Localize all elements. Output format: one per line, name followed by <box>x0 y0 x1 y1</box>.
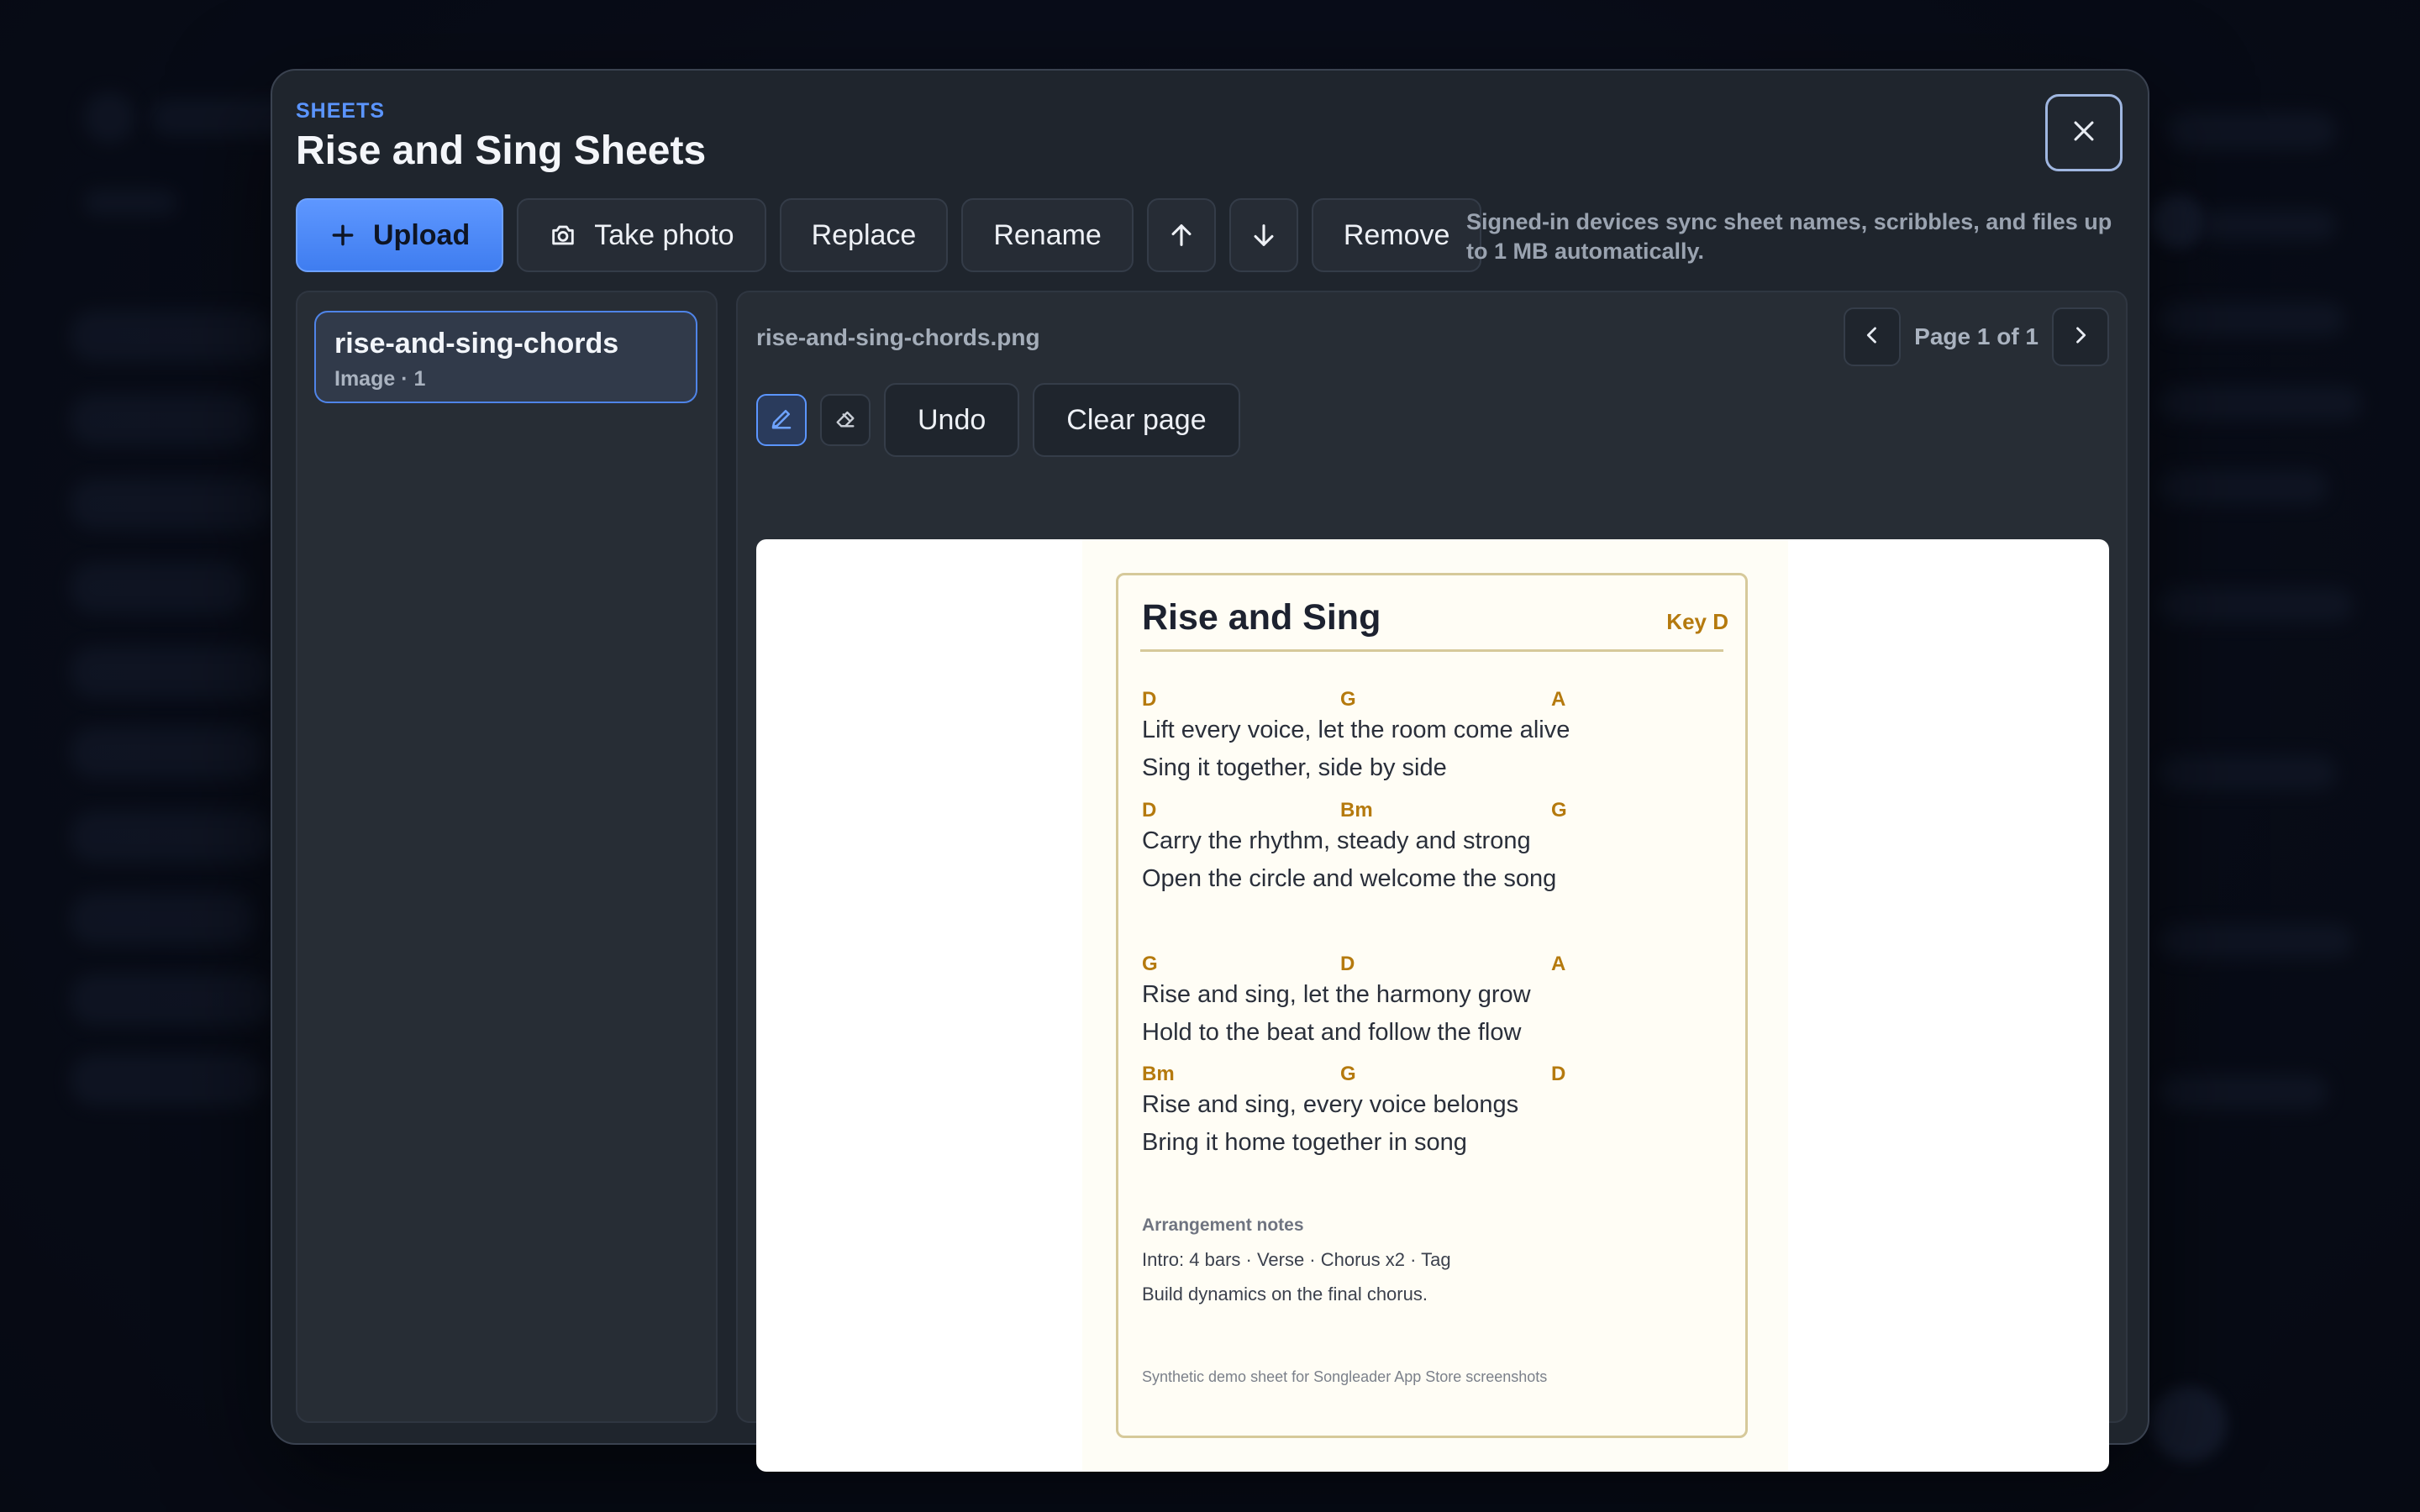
sheet-meta: Image · 1 <box>334 367 426 391</box>
remove-label: Remove <box>1343 218 1450 251</box>
lyric-line: Rise and sing, every voice belongs <box>1142 1091 1519 1118</box>
eraser-icon <box>834 407 857 434</box>
chord: G <box>1142 953 1158 975</box>
move-down-button[interactable] <box>1228 198 1298 272</box>
chord: G <box>1340 688 1356 711</box>
chevron-left-icon <box>1860 323 1884 351</box>
replace-label: Replace <box>811 218 917 251</box>
clear-page-button[interactable]: Clear page <box>1033 383 1240 457</box>
camera-icon <box>549 221 577 249</box>
song-title: Rise and Sing <box>1142 597 1381 638</box>
chord: A <box>1551 688 1566 711</box>
modal-eyebrow: SHEETS <box>296 99 386 123</box>
remove-button[interactable]: Remove <box>1311 198 1482 272</box>
upload-label: Upload <box>373 218 471 251</box>
take-photo-button[interactable]: Take photo <box>517 198 766 272</box>
lyric-line: Rise and sing, let the harmony grow <box>1142 981 1531 1008</box>
undo-button[interactable]: Undo <box>884 383 1020 457</box>
take-photo-label: Take photo <box>594 218 734 251</box>
sync-note: Signed-in devices sync sheet names, scri… <box>1466 209 2112 265</box>
replace-button[interactable]: Replace <box>779 198 949 272</box>
close-button[interactable] <box>2045 94 2123 171</box>
lyric-line: Sing it together, side by side <box>1142 754 1447 781</box>
chord: G <box>1340 1063 1356 1085</box>
lyric-line: Lift every voice, let the room come aliv… <box>1142 717 1570 743</box>
chord: Bm <box>1142 1063 1175 1085</box>
arrangement-note: Build dynamics on the final chorus. <box>1142 1284 1428 1305</box>
lyric-line: Open the circle and welcome the song <box>1142 865 1557 892</box>
sheet-image: Rise and Sing Key D D G A Lift every voi… <box>1116 573 1748 1438</box>
plus-icon <box>329 222 356 249</box>
arrangement-notes-heading: Arrangement notes <box>1142 1215 1304 1235</box>
arrow-down-icon <box>1249 221 1278 249</box>
close-icon <box>2070 117 2098 150</box>
upload-button[interactable]: Upload <box>296 198 504 272</box>
pager: Page 1 of 1 <box>1844 307 2109 366</box>
next-page-button[interactable] <box>2052 307 2109 366</box>
arrangement-note: Intro: 4 bars · Verse · Chorus x2 · Tag <box>1142 1249 1451 1270</box>
lyric-line: Hold to the beat and follow the flow <box>1142 1019 1522 1046</box>
previous-page-button[interactable] <box>1844 307 1902 366</box>
pen-icon <box>769 406 794 435</box>
chord: G <box>1551 799 1567 822</box>
sheet-name: rise-and-sing-chords <box>334 328 619 360</box>
chord: A <box>1551 953 1566 975</box>
song-key: Key D <box>1666 609 1728 634</box>
chord: D <box>1142 688 1157 711</box>
rename-label: Rename <box>993 218 1102 251</box>
chord: Bm <box>1340 799 1373 822</box>
drawing-tools: Undo Clear page <box>756 383 1240 457</box>
modal-title: Rise and Sing Sheets <box>296 129 707 173</box>
move-up-button[interactable] <box>1146 198 1216 272</box>
page-indicator: Page 1 of 1 <box>1914 323 2039 349</box>
chord: D <box>1142 799 1157 822</box>
chord: D <box>1340 953 1355 975</box>
pen-tool-button[interactable] <box>756 394 807 446</box>
lyric-line: Carry the rhythm, steady and strong <box>1142 827 1531 854</box>
sheet-viewer: rise-and-sing-chords.png Page 1 of 1 Und… <box>736 291 2128 1472</box>
rename-button[interactable]: Rename <box>961 198 1134 272</box>
sheets-modal: SHEETS Rise and Sing Sheets Upload Take … <box>271 69 2149 1472</box>
sheet-list-item[interactable]: rise-and-sing-chords Image · 1 <box>314 311 697 403</box>
eraser-tool-button[interactable] <box>820 394 871 446</box>
sheet-canvas[interactable]: Rise and Sing Key D D G A Lift every voi… <box>756 539 2109 1472</box>
sheet-list: rise-and-sing-chords Image · 1 <box>296 291 718 1423</box>
sheet-footer: Synthetic demo sheet for Songleader App … <box>1142 1368 1548 1385</box>
file-name: rise-and-sing-chords.png <box>756 324 1040 350</box>
chevron-right-icon <box>2069 323 2092 351</box>
lyric-line: Bring it home together in song <box>1142 1129 1467 1156</box>
sheet-toolbar: Upload Take photo Replace Rename Remove <box>296 198 1482 272</box>
title-divider <box>1140 649 1723 652</box>
arrow-up-icon <box>1167 221 1196 249</box>
chord: D <box>1551 1063 1566 1085</box>
